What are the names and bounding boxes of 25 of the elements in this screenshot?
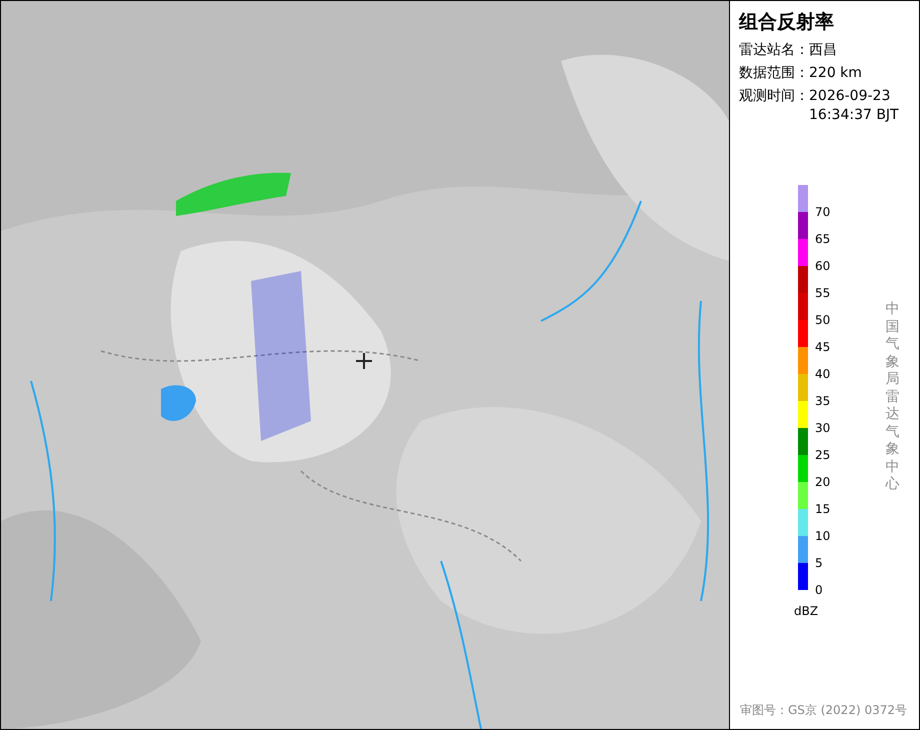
field-label: 数据范围： [739,64,809,83]
legend-unit: dBZ [794,604,818,618]
legend-label: 60 [815,259,830,273]
legend-label: 30 [815,421,830,435]
legend-label: 45 [815,340,830,354]
legend-label: 65 [815,232,830,246]
legend-label: 0 [815,583,823,597]
legend-label: 35 [815,394,830,408]
field-value: 西昌 [809,41,838,60]
legend-label: 25 [815,448,830,462]
panel-title: 组合反射率 [739,10,834,35]
approval-number: 审图号：GS京 (2022) 0372号 [740,702,907,719]
legend-label: 15 [815,502,830,516]
legend-label: 55 [815,286,830,300]
legend-label: 40 [815,367,830,381]
field-value: 2026-09-23 16:34:37 BJT [809,87,900,125]
legend-label: 20 [815,475,830,489]
legend-label: 70 [815,205,830,219]
legend-label: 5 [815,556,823,570]
field-label: 观测时间： [739,87,809,106]
legend-label: 10 [815,529,830,543]
legend-label: 50 [815,313,830,327]
field-label: 雷达站名： [739,41,809,60]
field-value: 220 km [809,64,863,83]
credit-text: 中国气象局雷达气象中心 [885,301,900,494]
